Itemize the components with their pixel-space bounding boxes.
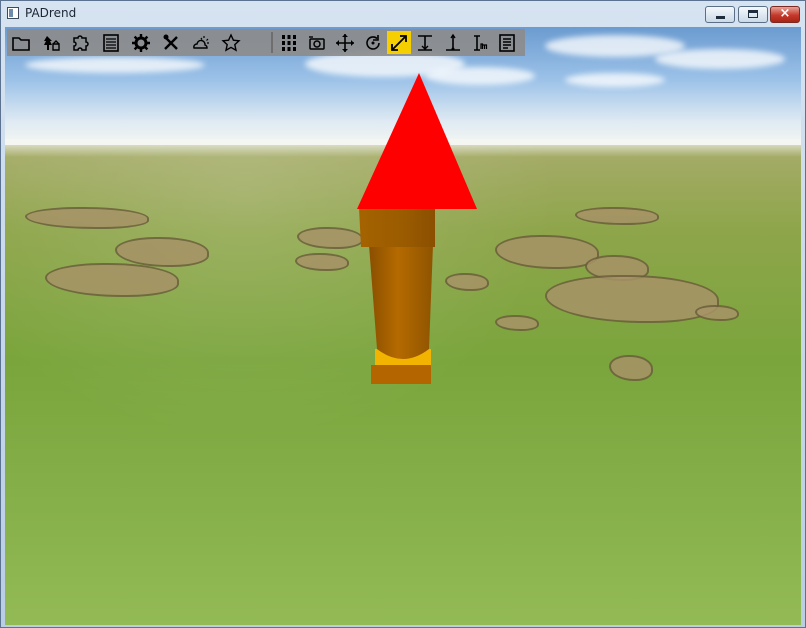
close-icon: × <box>779 6 791 21</box>
scene-tree-icon <box>44 35 60 51</box>
folder-icon <box>12 36 30 51</box>
tools-button[interactable] <box>159 31 183 54</box>
move-tool-button[interactable] <box>333 31 357 54</box>
title-bar[interactable]: PADrend × <box>1 1 805 27</box>
notes-icon <box>499 33 515 52</box>
3d-viewport[interactable] <box>5 27 801 625</box>
rotate-icon <box>366 34 380 50</box>
camera-icon <box>309 35 325 50</box>
maximize-button[interactable] <box>738 6 768 23</box>
tools-icon <box>163 34 178 50</box>
toolbar-separator <box>271 32 273 53</box>
numpad-button[interactable] <box>277 31 301 54</box>
scene-button[interactable] <box>39 31 63 54</box>
app-window: PADrend × <box>0 0 806 628</box>
environment-button[interactable] <box>189 31 213 54</box>
toolbar <box>7 29 525 56</box>
red-cone[interactable] <box>357 73 477 209</box>
snap-to-ground-button[interactable] <box>413 31 437 54</box>
open-file-button[interactable] <box>9 31 33 54</box>
camera-button[interactable] <box>305 31 329 54</box>
star-icon <box>221 32 241 52</box>
maximize-icon <box>748 10 758 18</box>
sun-cloud-icon <box>193 35 209 49</box>
puzzle-icon <box>73 34 89 51</box>
gear-icon <box>132 33 150 52</box>
favorites-button[interactable] <box>219 31 243 54</box>
cylinder[interactable] <box>369 245 433 359</box>
scale-icon <box>391 34 407 51</box>
minimize-button[interactable] <box>705 6 735 23</box>
measure-icon <box>474 34 488 51</box>
scale-tool-button[interactable] <box>387 31 411 54</box>
align-axis-icon <box>446 33 460 51</box>
cube-top[interactable] <box>359 208 435 247</box>
align-axis-button[interactable] <box>441 31 465 54</box>
close-button[interactable]: × <box>770 6 800 23</box>
app-icon <box>7 7 19 19</box>
window-title: PADrend <box>25 6 77 20</box>
notes-button[interactable] <box>495 31 519 54</box>
numpad-icon <box>282 34 296 51</box>
scene-objects <box>357 73 477 384</box>
plugins-button[interactable] <box>69 31 93 54</box>
rotate-tool-button[interactable] <box>361 31 385 54</box>
list-panel-icon <box>103 33 119 52</box>
settings-button[interactable] <box>129 31 153 54</box>
minimize-icon <box>716 16 725 19</box>
measure-button[interactable] <box>469 31 493 54</box>
panel-button[interactable] <box>99 31 123 54</box>
move-icon <box>336 33 354 52</box>
snap-to-ground-icon <box>418 34 432 51</box>
